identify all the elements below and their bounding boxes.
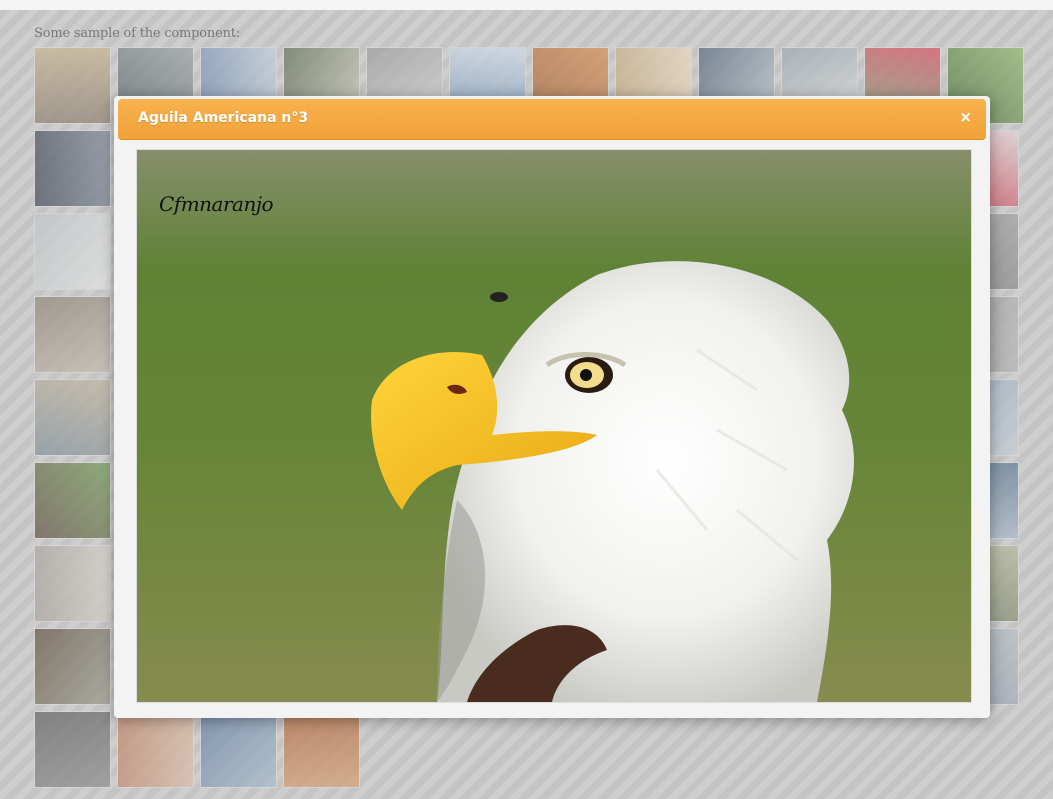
gallery-thumbnail[interactable] <box>34 628 111 705</box>
gallery-thumbnail[interactable] <box>283 711 360 788</box>
gallery-thumbnail[interactable] <box>200 711 277 788</box>
close-icon[interactable]: × <box>959 108 972 126</box>
gallery-thumbnail[interactable] <box>34 296 111 373</box>
lightbox-header: Aguila Americana n°3 × <box>118 99 986 140</box>
gallery-thumbnail[interactable] <box>34 545 111 622</box>
gallery-thumbnail[interactable] <box>117 711 194 788</box>
gallery-thumbnail[interactable] <box>34 462 111 539</box>
gallery-thumbnail[interactable] <box>34 47 111 124</box>
gallery-thumbnail[interactable] <box>34 711 111 788</box>
gallery-caption: Some sample of the component: <box>34 26 240 41</box>
lightbox-image: Cfmnaranjo <box>136 149 972 703</box>
eagle-photo <box>137 150 971 702</box>
image-lightbox: Aguila Americana n°3 × Cfmnaranjo <box>114 96 990 718</box>
gallery-thumbnail[interactable] <box>34 130 111 207</box>
gallery-thumbnail[interactable] <box>34 213 111 290</box>
photo-watermark: Cfmnaranjo <box>159 192 274 216</box>
top-strip <box>0 0 1053 10</box>
gallery-thumbnail[interactable] <box>34 379 111 456</box>
lightbox-title: Aguila Americana n°3 <box>138 110 309 126</box>
